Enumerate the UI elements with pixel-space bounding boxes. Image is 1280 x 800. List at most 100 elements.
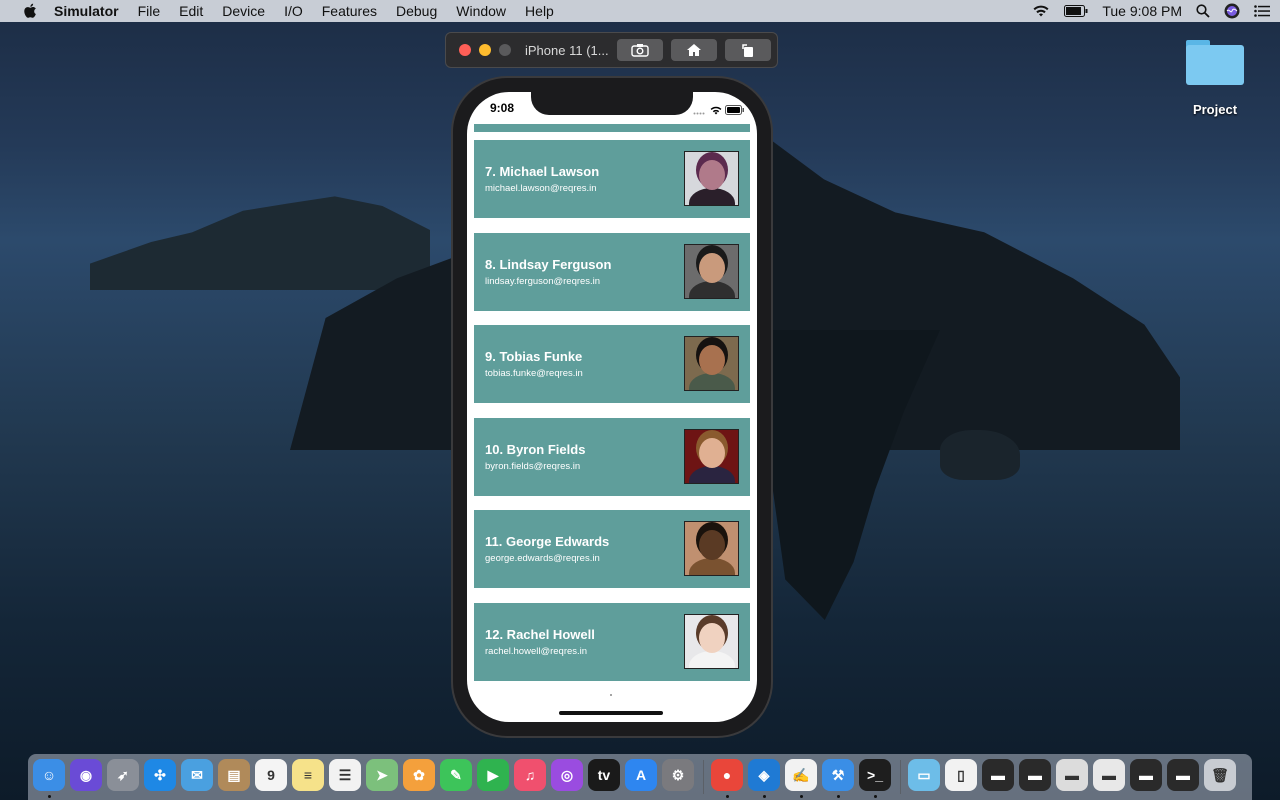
- dock-separator: [703, 760, 704, 794]
- window-thumb-1-icon[interactable]: ▬: [982, 759, 1014, 791]
- finder-icon[interactable]: ☺: [33, 759, 65, 791]
- user-email: byron.fields@reqres.in: [485, 460, 581, 472]
- menu-features[interactable]: Features: [322, 3, 377, 19]
- user-card[interactable]: 12. Rachel Howell rachel.howell@reqres.in: [474, 603, 750, 681]
- mail-icon[interactable]: ✉: [181, 759, 213, 791]
- running-indicator: [874, 795, 877, 798]
- rotate-icon: [742, 44, 753, 57]
- minimize-window-button[interactable]: [479, 44, 491, 56]
- folder-icon[interactable]: ▭: [908, 759, 940, 791]
- user-name: 8. Lindsay Ferguson: [485, 256, 612, 272]
- menu-bar: Simulator File Edit Device I/O Features …: [0, 0, 1280, 22]
- menu-window[interactable]: Window: [456, 3, 506, 19]
- phone-notch: [531, 92, 693, 115]
- apple-menu-icon[interactable]: [20, 0, 40, 22]
- document-icon[interactable]: ▯: [945, 759, 977, 791]
- contacts-icon[interactable]: ▤: [218, 759, 250, 791]
- user-card[interactable]: 9. Tobias Funke tobias.funke@reqres.in: [474, 325, 750, 404]
- facetime-icon[interactable]: ▶: [477, 759, 509, 791]
- user-avatar: [684, 336, 739, 392]
- wallpaper-cliff: [760, 330, 940, 620]
- screenshot-icon: [631, 44, 649, 57]
- user-card[interactable]: 10. Byron Fields byron.fields@reqres.in: [474, 417, 750, 496]
- menu-app-name[interactable]: Simulator: [54, 3, 119, 19]
- siri-menu-icon[interactable]: [1224, 3, 1240, 19]
- user-list[interactable]: 7. Michael Lawson michael.lawson@reqres.i…: [474, 124, 750, 681]
- user-avatar: [684, 428, 739, 484]
- menu-io[interactable]: I/O: [284, 3, 303, 19]
- battery-icon[interactable]: [1064, 5, 1088, 17]
- podcasts-icon[interactable]: ◎: [551, 759, 583, 791]
- user-card[interactable]: 8. Lindsay Ferguson lindsay.ferguson@reqr…: [474, 232, 750, 311]
- simulator-title: iPhone 11 (1...: [525, 42, 609, 58]
- previous-card-edge: [474, 124, 750, 132]
- window-thumb-3-icon[interactable]: ▬: [1056, 759, 1088, 791]
- user-card[interactable]: 7. Michael Lawson michael.lawson@reqres.i…: [474, 140, 750, 218]
- textedit-icon[interactable]: ✍: [785, 759, 817, 791]
- dock-separator: [900, 760, 901, 794]
- running-indicator: [726, 795, 729, 798]
- terminal-icon[interactable]: >_: [859, 759, 891, 791]
- menu-edit[interactable]: Edit: [179, 3, 203, 19]
- wallpaper-rock: [940, 430, 1020, 480]
- home-icon: [687, 44, 701, 56]
- menu-file[interactable]: File: [138, 3, 161, 19]
- user-email: tobias.funke@reqres.in: [485, 368, 583, 380]
- user-avatar: [684, 614, 739, 669]
- zoom-window-button[interactable]: [499, 44, 511, 56]
- photos-icon[interactable]: ✿: [403, 759, 435, 791]
- user-avatar: [684, 151, 739, 206]
- phone-battery-icon: [725, 102, 745, 120]
- status-bar-time: 9:08: [490, 101, 515, 115]
- menu-clock[interactable]: Tue 9:08 PM: [1102, 3, 1182, 19]
- window-thumb-6-icon[interactable]: ▬: [1167, 759, 1199, 791]
- system-preferences-icon[interactable]: ⚙: [662, 759, 694, 791]
- running-indicator: [763, 795, 766, 798]
- close-window-button[interactable]: [459, 44, 471, 56]
- launchpad-icon[interactable]: ➶: [107, 759, 139, 791]
- window-thumb-2-icon[interactable]: ▬: [1019, 759, 1051, 791]
- screenshot-button[interactable]: [617, 39, 663, 61]
- window-thumb-5-icon[interactable]: ▬: [1130, 759, 1162, 791]
- safari-icon[interactable]: ✣: [144, 759, 176, 791]
- project-folder-icon[interactable]: [1184, 38, 1246, 86]
- app-store-icon[interactable]: A: [625, 759, 657, 791]
- user-name: 11. George Edwards: [485, 534, 610, 550]
- wifi-icon[interactable]: [1032, 4, 1050, 18]
- user-name: 7. Michael Lawson: [485, 164, 600, 179]
- user-name: 10. Byron Fields: [485, 441, 586, 457]
- home-indicator[interactable]: [559, 711, 663, 715]
- menu-debug[interactable]: Debug: [396, 3, 437, 19]
- status-bar-icons: [693, 102, 745, 120]
- notes-icon[interactable]: ≡: [292, 759, 324, 791]
- notification-center-icon[interactable]: [1254, 5, 1270, 17]
- phone-wifi-icon: [710, 102, 722, 120]
- running-indicator: [800, 795, 803, 798]
- window-thumb-4-icon[interactable]: ▬: [1093, 759, 1125, 791]
- messages-icon[interactable]: ✎: [440, 759, 472, 791]
- simulator-toolbar: iPhone 11 (1...: [445, 32, 778, 68]
- iphone-screen: 9:08 7. Michael Lawson michael.lawson@req…: [467, 92, 757, 722]
- running-indicator: [837, 795, 840, 798]
- user-name: 9. Tobias Funke: [485, 349, 583, 365]
- siri-icon[interactable]: ◉: [70, 759, 102, 791]
- vscode-icon[interactable]: ◈: [748, 759, 780, 791]
- calendar-icon[interactable]: 9: [255, 759, 287, 791]
- music-icon[interactable]: ♫: [514, 759, 546, 791]
- spotlight-search-icon[interactable]: [1196, 4, 1210, 18]
- xcode-icon[interactable]: ⚒: [822, 759, 854, 791]
- tv-icon[interactable]: tv: [588, 759, 620, 791]
- home-button[interactable]: [671, 39, 717, 61]
- user-avatar: [684, 521, 739, 577]
- project-folder-label[interactable]: Project: [1184, 102, 1246, 117]
- iphone-device: 9:08 7. Michael Lawson michael.lawson@req…: [453, 78, 771, 736]
- reminders-icon[interactable]: ☰: [329, 759, 361, 791]
- chrome-icon[interactable]: ●: [711, 759, 743, 791]
- user-card[interactable]: 11. George Edwards george.edwards@reqres.…: [474, 510, 750, 589]
- rotate-button[interactable]: [725, 39, 771, 61]
- trash-icon[interactable]: 🗑: [1204, 759, 1236, 791]
- menu-help[interactable]: Help: [525, 3, 554, 19]
- menu-device[interactable]: Device: [222, 3, 265, 19]
- maps-icon[interactable]: ➤: [366, 759, 398, 791]
- running-indicator: [48, 795, 51, 798]
